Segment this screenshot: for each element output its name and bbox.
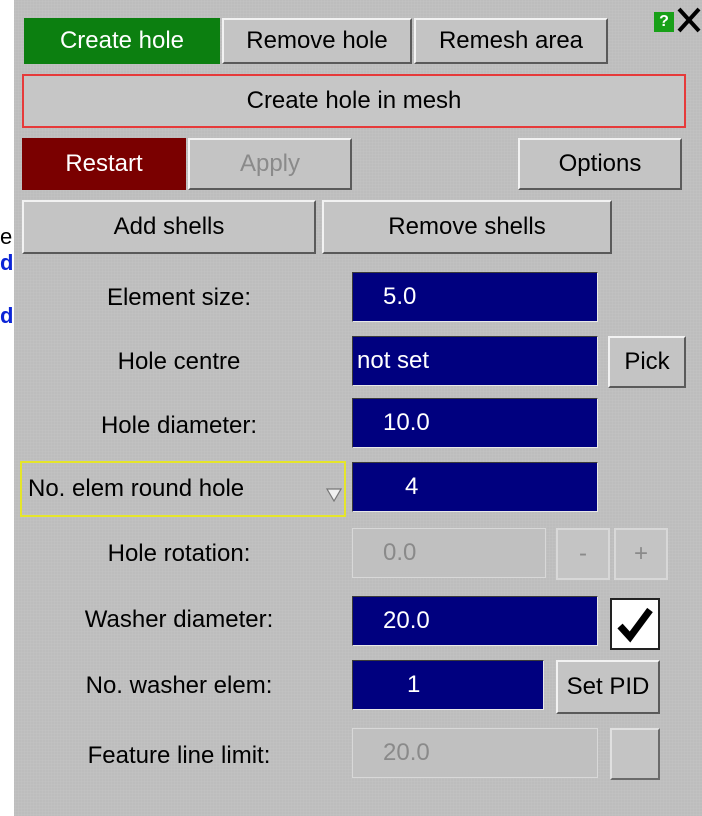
hole-diameter-label: Hole diameter: xyxy=(100,412,258,439)
tab-remesh-area[interactable]: Remesh area xyxy=(414,18,608,64)
washer-diameter-input[interactable]: 20.0 xyxy=(352,596,598,646)
hole-rotation-label: Hole rotation: xyxy=(107,540,251,567)
washer-diameter-label: Washer diameter: xyxy=(84,606,274,633)
create-hole-panel: Create hole Remove hole Remesh area ? Cr… xyxy=(14,0,702,816)
remove-shells-button[interactable]: Remove shells xyxy=(322,200,612,254)
close-icon[interactable] xyxy=(676,6,702,34)
washer-elem-input[interactable]: 1 xyxy=(352,660,544,710)
element-size-input[interactable]: 5.0 xyxy=(352,272,598,322)
elem-round-hole-label: No. elem round hole xyxy=(28,475,245,502)
edge-text-fragment: e xyxy=(0,226,13,248)
rotation-plus-button[interactable]: + xyxy=(614,528,668,580)
hole-diameter-input[interactable]: 10.0 xyxy=(352,398,598,448)
element-size-label: Element size: xyxy=(106,284,252,311)
elem-round-hole-input[interactable]: 4 xyxy=(352,462,598,512)
edge-link-fragment: d xyxy=(0,252,14,274)
rotation-minus-button[interactable]: - xyxy=(556,528,610,580)
hole-rotation-input[interactable]: 0.0 xyxy=(352,528,546,578)
pick-button[interactable]: Pick xyxy=(608,336,686,388)
feature-line-toggle-button[interactable] xyxy=(610,728,660,780)
restart-button[interactable]: Restart xyxy=(22,138,186,190)
tab-create-hole[interactable]: Create hole xyxy=(24,18,220,64)
apply-button[interactable]: Apply xyxy=(188,138,352,190)
mode-title: Create hole in mesh xyxy=(22,74,686,128)
set-pid-button[interactable]: Set PID xyxy=(556,660,660,714)
checkmark-icon xyxy=(617,607,653,643)
hole-centre-input[interactable]: not set xyxy=(352,336,598,386)
edge-link-fragment: d xyxy=(0,305,14,327)
elem-round-hole-dropdown[interactable]: No. elem round hole xyxy=(20,461,346,517)
add-shells-button[interactable]: Add shells xyxy=(22,200,316,254)
feature-line-limit-input[interactable]: 20.0 xyxy=(352,728,598,778)
washer-checkbox[interactable] xyxy=(610,598,660,650)
tab-remove-hole[interactable]: Remove hole xyxy=(222,18,412,64)
dropdown-triangle-icon xyxy=(325,481,343,509)
options-button[interactable]: Options xyxy=(518,138,682,190)
hole-centre-label: Hole centre xyxy=(117,348,241,375)
feature-line-limit-label: Feature line limit: xyxy=(87,742,271,769)
help-icon[interactable]: ? xyxy=(654,12,674,32)
washer-elem-label: No. washer elem: xyxy=(85,672,273,699)
